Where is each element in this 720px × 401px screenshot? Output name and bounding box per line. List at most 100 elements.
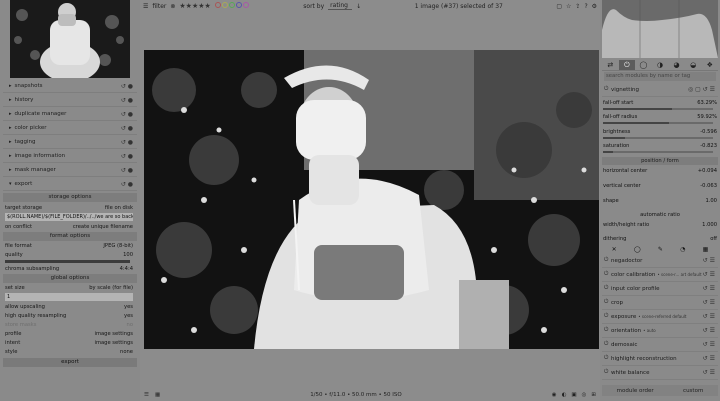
power-icon[interactable]: ⏻ [604,285,608,292]
horizontal-center-row[interactable]: horizontal center +0.094 [603,168,717,175]
gamut-icon[interactable]: ◉ [552,392,557,398]
module-negadoctor[interactable]: ⏻ negadoctor ↺ ☰ [602,254,718,268]
brightness-row[interactable]: brightness -0.596 [603,129,717,136]
tab-tone-icon[interactable]: ◑ [651,60,669,71]
search-modules-input[interactable]: search modules by name or tag [604,72,716,81]
star-icon[interactable]: ☆ [566,3,571,10]
purple-label-icon[interactable] [242,2,249,8]
profile-row[interactable]: profile image settings [5,330,133,338]
module-controls-icon[interactable]: ↺ ☰ [703,327,715,334]
menu-icon[interactable]: ☰ [144,392,149,398]
reset-icon[interactable]: ↺ ● [121,83,133,90]
module-duplicate-manager[interactable]: ▸ duplicate manager ↺ ● [3,108,137,121]
sort-dropdown[interactable]: rating [328,2,353,10]
color-labels[interactable] [214,2,250,10]
module-demosaic[interactable]: ⏻ demosaic ↺ ☰ [602,338,718,352]
power-icon[interactable]: ⏻ [604,257,608,264]
module-history[interactable]: ▸ history ↺ ● [3,94,137,107]
module-order-value[interactable]: custom [683,388,703,394]
width-height-ratio-row[interactable]: width/height ratio 1.000 [603,222,717,229]
module-export[interactable]: ▾ export ↺ ● [3,178,137,191]
module-mask-manager[interactable]: ▸ mask manager ↺ ● [3,164,137,177]
vertical-center-row[interactable]: vertical center -0.063 [603,183,717,190]
gear-icon[interactable]: ⚙ [592,3,597,10]
power-icon[interactable]: ⏻ [604,271,608,278]
reset-icon[interactable]: ↺ ● [121,139,133,146]
reset-icon[interactable]: ↺ ● [121,153,133,160]
shape-row[interactable]: shape 1.00 [603,198,717,205]
tab-effects-icon[interactable]: ❖ [701,60,719,71]
export-button[interactable]: export [3,358,137,367]
reset-icon[interactable]: ↺ ● [121,111,133,118]
sort-order-icon[interactable]: ↓ [356,3,361,10]
reject-icon[interactable]: ⊗ [170,3,175,10]
module-color-picker[interactable]: ▸ color picker ↺ ● [3,122,137,135]
quality-row[interactable]: quality 100 [5,251,133,259]
falloff-start-row[interactable]: fall-off start 63.29% [603,100,717,107]
module-controls-icon[interactable]: ↺ ☰ [703,341,715,348]
share-icon[interactable]: ⇪ [575,3,580,10]
module-controls-icon[interactable]: ↺ ☰ [703,369,715,376]
on-conflict-row[interactable]: on conflict create unique filename [5,223,133,231]
blend-parametric-icon[interactable]: ◔ [680,246,685,253]
tab-active-modules-icon[interactable]: ⏻ [618,60,636,71]
tab-color-icon[interactable]: ◕ [668,60,685,71]
high-quality-resampling-row[interactable]: high quality resampling yes [5,312,133,320]
blend-raster-icon[interactable]: ▦ [703,246,709,253]
tab-quick-access-icon[interactable]: ⇄ [602,60,619,71]
guides-icon[interactable]: ⊞ [591,392,596,398]
allow-upscaling-row[interactable]: allow upscaling yes [5,303,133,311]
module-tagging[interactable]: ▸ tagging ↺ ● [3,136,137,149]
blend-off-icon[interactable]: ✕ [612,246,617,253]
module-controls-icon[interactable]: ↺ ☰ [703,313,715,320]
scale-input[interactable]: 1 [5,293,133,301]
module-image-information[interactable]: ▸ image information ↺ ● [3,150,137,163]
power-icon[interactable]: ⏻ [604,355,608,362]
chroma-subsampling-row[interactable]: chroma subsampling 4:4:4 [5,265,133,273]
brightness-slider[interactable] [603,137,713,139]
histogram[interactable] [602,0,718,58]
tab-base-icon[interactable]: ◯ [635,60,652,71]
module-exposure[interactable]: ⏻ exposure • scene-referred default ↺ ☰ [602,310,718,324]
module-input-color-profile[interactable]: ⏻ input color profile ↺ ☰ [602,282,718,296]
reset-icon[interactable]: ↺ ● [121,125,133,132]
export-path-input[interactable]: $(ROLL.NAME)/$(FILE_FOLDER)/../../we are… [5,213,133,221]
saturation-row[interactable]: saturation -0.823 [603,143,717,150]
falloff-radius-row[interactable]: fall-off radius 59.92% [603,114,717,121]
blend-drawn-icon[interactable]: ✎ [658,246,663,253]
blue-label-icon[interactable] [235,2,242,8]
rating-stars[interactable]: ★★★★★ [179,2,210,10]
module-color-calibration[interactable]: ⏻ color calibration • scene-r... art defau… [602,268,718,282]
module-controls-icon[interactable]: ↺ ☰ [703,299,715,306]
falloff-start-slider[interactable] [603,108,713,110]
module-controls-icon[interactable]: ↺ ☰ [703,285,715,292]
green-label-icon[interactable] [228,2,235,8]
module-orientation[interactable]: ⏻ orientation • auto ↺ ☰ [602,324,718,338]
target-storage-row[interactable]: target storage file on disk [5,204,133,212]
main-image[interactable] [144,50,599,349]
dithering-row[interactable]: dithering off [603,236,717,243]
intent-row[interactable]: intent image settings [5,339,133,347]
module-crop[interactable]: ⏻ crop ↺ ☰ [602,296,718,310]
red-label-icon[interactable] [214,2,221,8]
module-white-balance[interactable]: ⏻ white balance ↺ ☰ [602,366,718,380]
module-vignetting[interactable]: ⏻ vignetting ◎ ▢ ↺ ☰ [602,83,718,97]
store-masks-row[interactable]: store masks no [5,321,133,329]
window-icon[interactable]: ▢ [556,3,562,10]
module-order-bar[interactable]: module order custom [602,385,718,396]
power-icon[interactable]: ⏻ [604,299,608,306]
power-icon[interactable]: ⏻ [604,327,608,334]
set-size-row[interactable]: set size by scale (for file) [5,284,133,292]
saturation-slider[interactable] [603,151,713,153]
module-controls-icon[interactable]: ↺ ☰ [703,257,715,264]
module-snapshots[interactable]: ▸ snapshots ↺ ● [3,80,137,93]
falloff-radius-slider[interactable] [603,122,713,124]
power-icon[interactable]: ⏻ [604,86,608,93]
navigation-thumbnail[interactable] [10,0,130,78]
file-format-row[interactable]: file format JPEG (8-bit) [5,242,133,250]
power-icon[interactable]: ⏻ [604,341,608,348]
power-icon[interactable]: ⏻ [604,313,608,320]
reset-icon[interactable]: ↺ ● [121,97,133,104]
module-highlight-reconstruction[interactable]: ⏻ highlight reconstruction ↺ ☰ [602,352,718,366]
yellow-label-icon[interactable] [221,2,228,8]
